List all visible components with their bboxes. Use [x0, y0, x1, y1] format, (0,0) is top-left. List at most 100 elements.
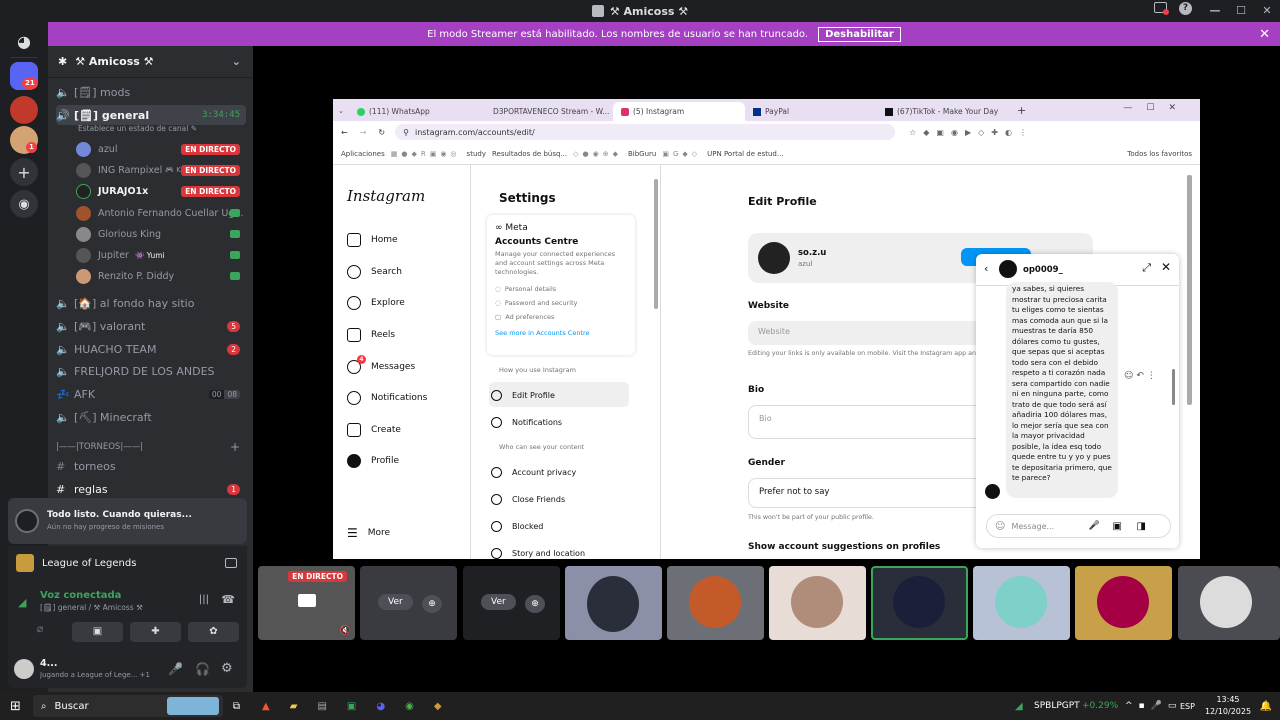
channel-huacho[interactable]: 🔈 HUACHO TEAM 2: [56, 339, 246, 359]
forward-icon[interactable]: →: [360, 128, 367, 137]
extensions-icons[interactable]: ☆◆▣◉▶◇✚◐⋮: [909, 128, 1034, 137]
chrome-taskbar-icon[interactable]: ◉: [405, 701, 414, 712]
activities-button[interactable]: ✚: [130, 622, 181, 642]
participant-tile-10[interactable]: [1178, 566, 1280, 640]
message-input[interactable]: ☺ Message... 🎤 ▣ ◨: [986, 514, 1171, 538]
participant-tile-stream-3[interactable]: Ver ⊕: [463, 566, 560, 640]
bookmark-upn[interactable]: UPN Portal de estud...: [707, 150, 783, 158]
close-button[interactable]: ✕: [1254, 0, 1280, 22]
bookmark-apps[interactable]: Aplicaciones: [341, 150, 385, 158]
nav-search[interactable]: Search: [347, 265, 402, 279]
bookmark-bibguru[interactable]: BibGuru: [628, 150, 656, 158]
expand-icon[interactable]: ⤢: [1142, 261, 1151, 275]
watch-stream-button[interactable]: Ver: [378, 594, 413, 610]
language[interactable]: ESP: [1180, 702, 1195, 711]
bookmark-all[interactable]: Todos los favoritos: [1127, 150, 1192, 158]
reload-icon[interactable]: ↻: [378, 128, 385, 137]
discord-home-icon[interactable]: ◕: [10, 27, 38, 55]
edit-profile-item[interactable]: Edit Profile: [491, 390, 555, 401]
dm-scrollbar[interactable]: [1172, 369, 1175, 405]
user-name[interactable]: 4...: [40, 658, 57, 669]
add-channel-icon[interactable]: +: [230, 440, 240, 454]
server-icon-2[interactable]: [10, 96, 38, 124]
account-privacy-item[interactable]: Account privacy: [491, 467, 576, 478]
disconnect-icon[interactable]: ☎: [221, 593, 235, 606]
notifications-item[interactable]: Notifications: [491, 417, 562, 428]
bookmark-study[interactable]: study: [467, 150, 486, 158]
app-icon-1[interactable]: ▤: [317, 701, 326, 712]
participant-tile-8[interactable]: [973, 566, 1070, 640]
tray-icons[interactable]: ^▪🎤▭: [1125, 701, 1182, 711]
participant-tile-stream-2[interactable]: Ver ⊕: [360, 566, 457, 640]
new-tab-icon[interactable]: +: [1017, 104, 1026, 117]
discord-taskbar-icon[interactable]: ◕: [376, 701, 385, 712]
channel-status[interactable]: Establece un estado de canal ✎: [78, 124, 197, 133]
nav-home[interactable]: Home: [347, 233, 398, 247]
ac-item-personal[interactable]: ◌ Personal details: [495, 285, 627, 293]
accounts-centre-card[interactable]: ∞ Meta Accounts Centre Manage your conne…: [487, 215, 635, 355]
dm-close-icon[interactable]: ✕: [1161, 260, 1171, 274]
quest-panel[interactable]: Todo listo. Cuando quieras... Aún no hay…: [8, 498, 247, 544]
image-icon[interactable]: ▣: [1113, 521, 1122, 532]
dm-avatar[interactable]: [999, 260, 1017, 278]
voice-user[interactable]: Glorious King: [76, 224, 246, 244]
bookmark-search[interactable]: Resultados de búsq...: [492, 150, 567, 158]
bookmark-icons-3[interactable]: ▣G◆◇: [662, 150, 701, 158]
blocked-item[interactable]: Blocked: [491, 521, 543, 532]
participant-tile-4[interactable]: [565, 566, 662, 640]
settings-scrollbar[interactable]: [654, 179, 658, 309]
headphones-icon[interactable]: 🎧: [195, 662, 210, 676]
channel-minecraft[interactable]: 🔈 [⛏] Minecraft: [56, 407, 246, 427]
nav-explore[interactable]: Explore: [347, 296, 405, 310]
nav-reels[interactable]: Reels: [347, 328, 395, 342]
participant-tile-7[interactable]: [871, 566, 968, 640]
camera-off-button[interactable]: ⌀: [16, 622, 64, 642]
participant-tile-6[interactable]: [769, 566, 866, 640]
story-location-item[interactable]: Story and location: [491, 548, 585, 559]
popout-icon[interactable]: ⊕: [422, 595, 442, 613]
participant-tile-self[interactable]: EN DIRECTO 🔇: [258, 566, 355, 640]
notification-icon[interactable]: 🔔: [1260, 701, 1272, 712]
stock-widget-icon[interactable]: ◢: [1015, 701, 1023, 712]
participant-tile-5[interactable]: [667, 566, 764, 640]
message-bubble[interactable]: ya sabes, si quieres mostrar tu preciosa…: [1006, 282, 1118, 498]
windows-start-icon[interactable]: ⊞: [10, 699, 21, 714]
mute-icon[interactable]: 🔇: [340, 626, 351, 636]
help-icon[interactable]: ?: [1179, 2, 1192, 15]
taskbar-search[interactable]: ⌕ Buscar: [32, 695, 223, 717]
microphone-icon[interactable]: 🎤: [168, 662, 183, 676]
screen-share-button[interactable]: ▣: [72, 622, 123, 642]
server-header[interactable]: ✱ ⚒ Amicoss ⚒ ⌄: [48, 46, 253, 78]
tab-instagram[interactable]: (5) Instagram: [613, 102, 745, 121]
sender-avatar[interactable]: [985, 484, 1000, 499]
tab-tiktok[interactable]: (67)TikTok - Make Your Day: [877, 102, 1009, 121]
voice-user[interactable]: ING Rampixel 🎮 KA EN DIRECTO: [76, 160, 246, 180]
message-actions[interactable]: ☺↶⋮: [1124, 371, 1159, 381]
minimize-button[interactable]: —: [1202, 0, 1228, 22]
voice-user[interactable]: Renzito P. Diddy: [76, 266, 246, 286]
channel-mods[interactable]: 🔈 [🗒] mods: [56, 82, 246, 102]
voice-channel[interactable]: [🗒] general / ⚒ Amicoss ⚒: [40, 603, 143, 612]
dm-back-icon[interactable]: ‹: [984, 262, 988, 275]
league-taskbar-icon[interactable]: ◆: [434, 701, 442, 712]
inbox-icon[interactable]: [1154, 2, 1169, 15]
file-explorer-icon[interactable]: ▰: [290, 701, 298, 712]
channel-general[interactable]: 🔊 [🗒] general 3:34:45: [56, 105, 246, 125]
emoji-icon[interactable]: ☺: [995, 521, 1005, 532]
page-scrollbar[interactable]: [1187, 175, 1192, 405]
stock-name[interactable]: SPBLPGPT: [1034, 701, 1080, 711]
profile-avatar[interactable]: [758, 242, 790, 274]
ac-item-password[interactable]: ◌ Password and security: [495, 299, 627, 307]
category-torneos[interactable]: |——|TORNEOS|——| +: [56, 437, 246, 457]
channel-afk[interactable]: 💤 AFK 00 08: [56, 384, 246, 404]
close-friends-item[interactable]: Close Friends: [491, 494, 565, 505]
popout-icon[interactable]: ⊕: [525, 595, 545, 613]
channel-freljord[interactable]: 🔈 FRELJORD DE LOS ANDES: [56, 361, 246, 381]
tab-whatsapp[interactable]: (111) WhatsApp: [349, 102, 481, 121]
noise-suppression-icon[interactable]: |||: [199, 594, 209, 605]
watch-stream-button[interactable]: Ver: [481, 594, 516, 610]
channel-al-fondo[interactable]: 🔈 [🏠] al fondo hay sitio: [56, 293, 246, 313]
voice-user[interactable]: azul EN DIRECTO: [76, 139, 246, 159]
dm-username[interactable]: op0009_: [1023, 265, 1063, 275]
channel-torneos[interactable]: # torneos: [56, 456, 246, 476]
